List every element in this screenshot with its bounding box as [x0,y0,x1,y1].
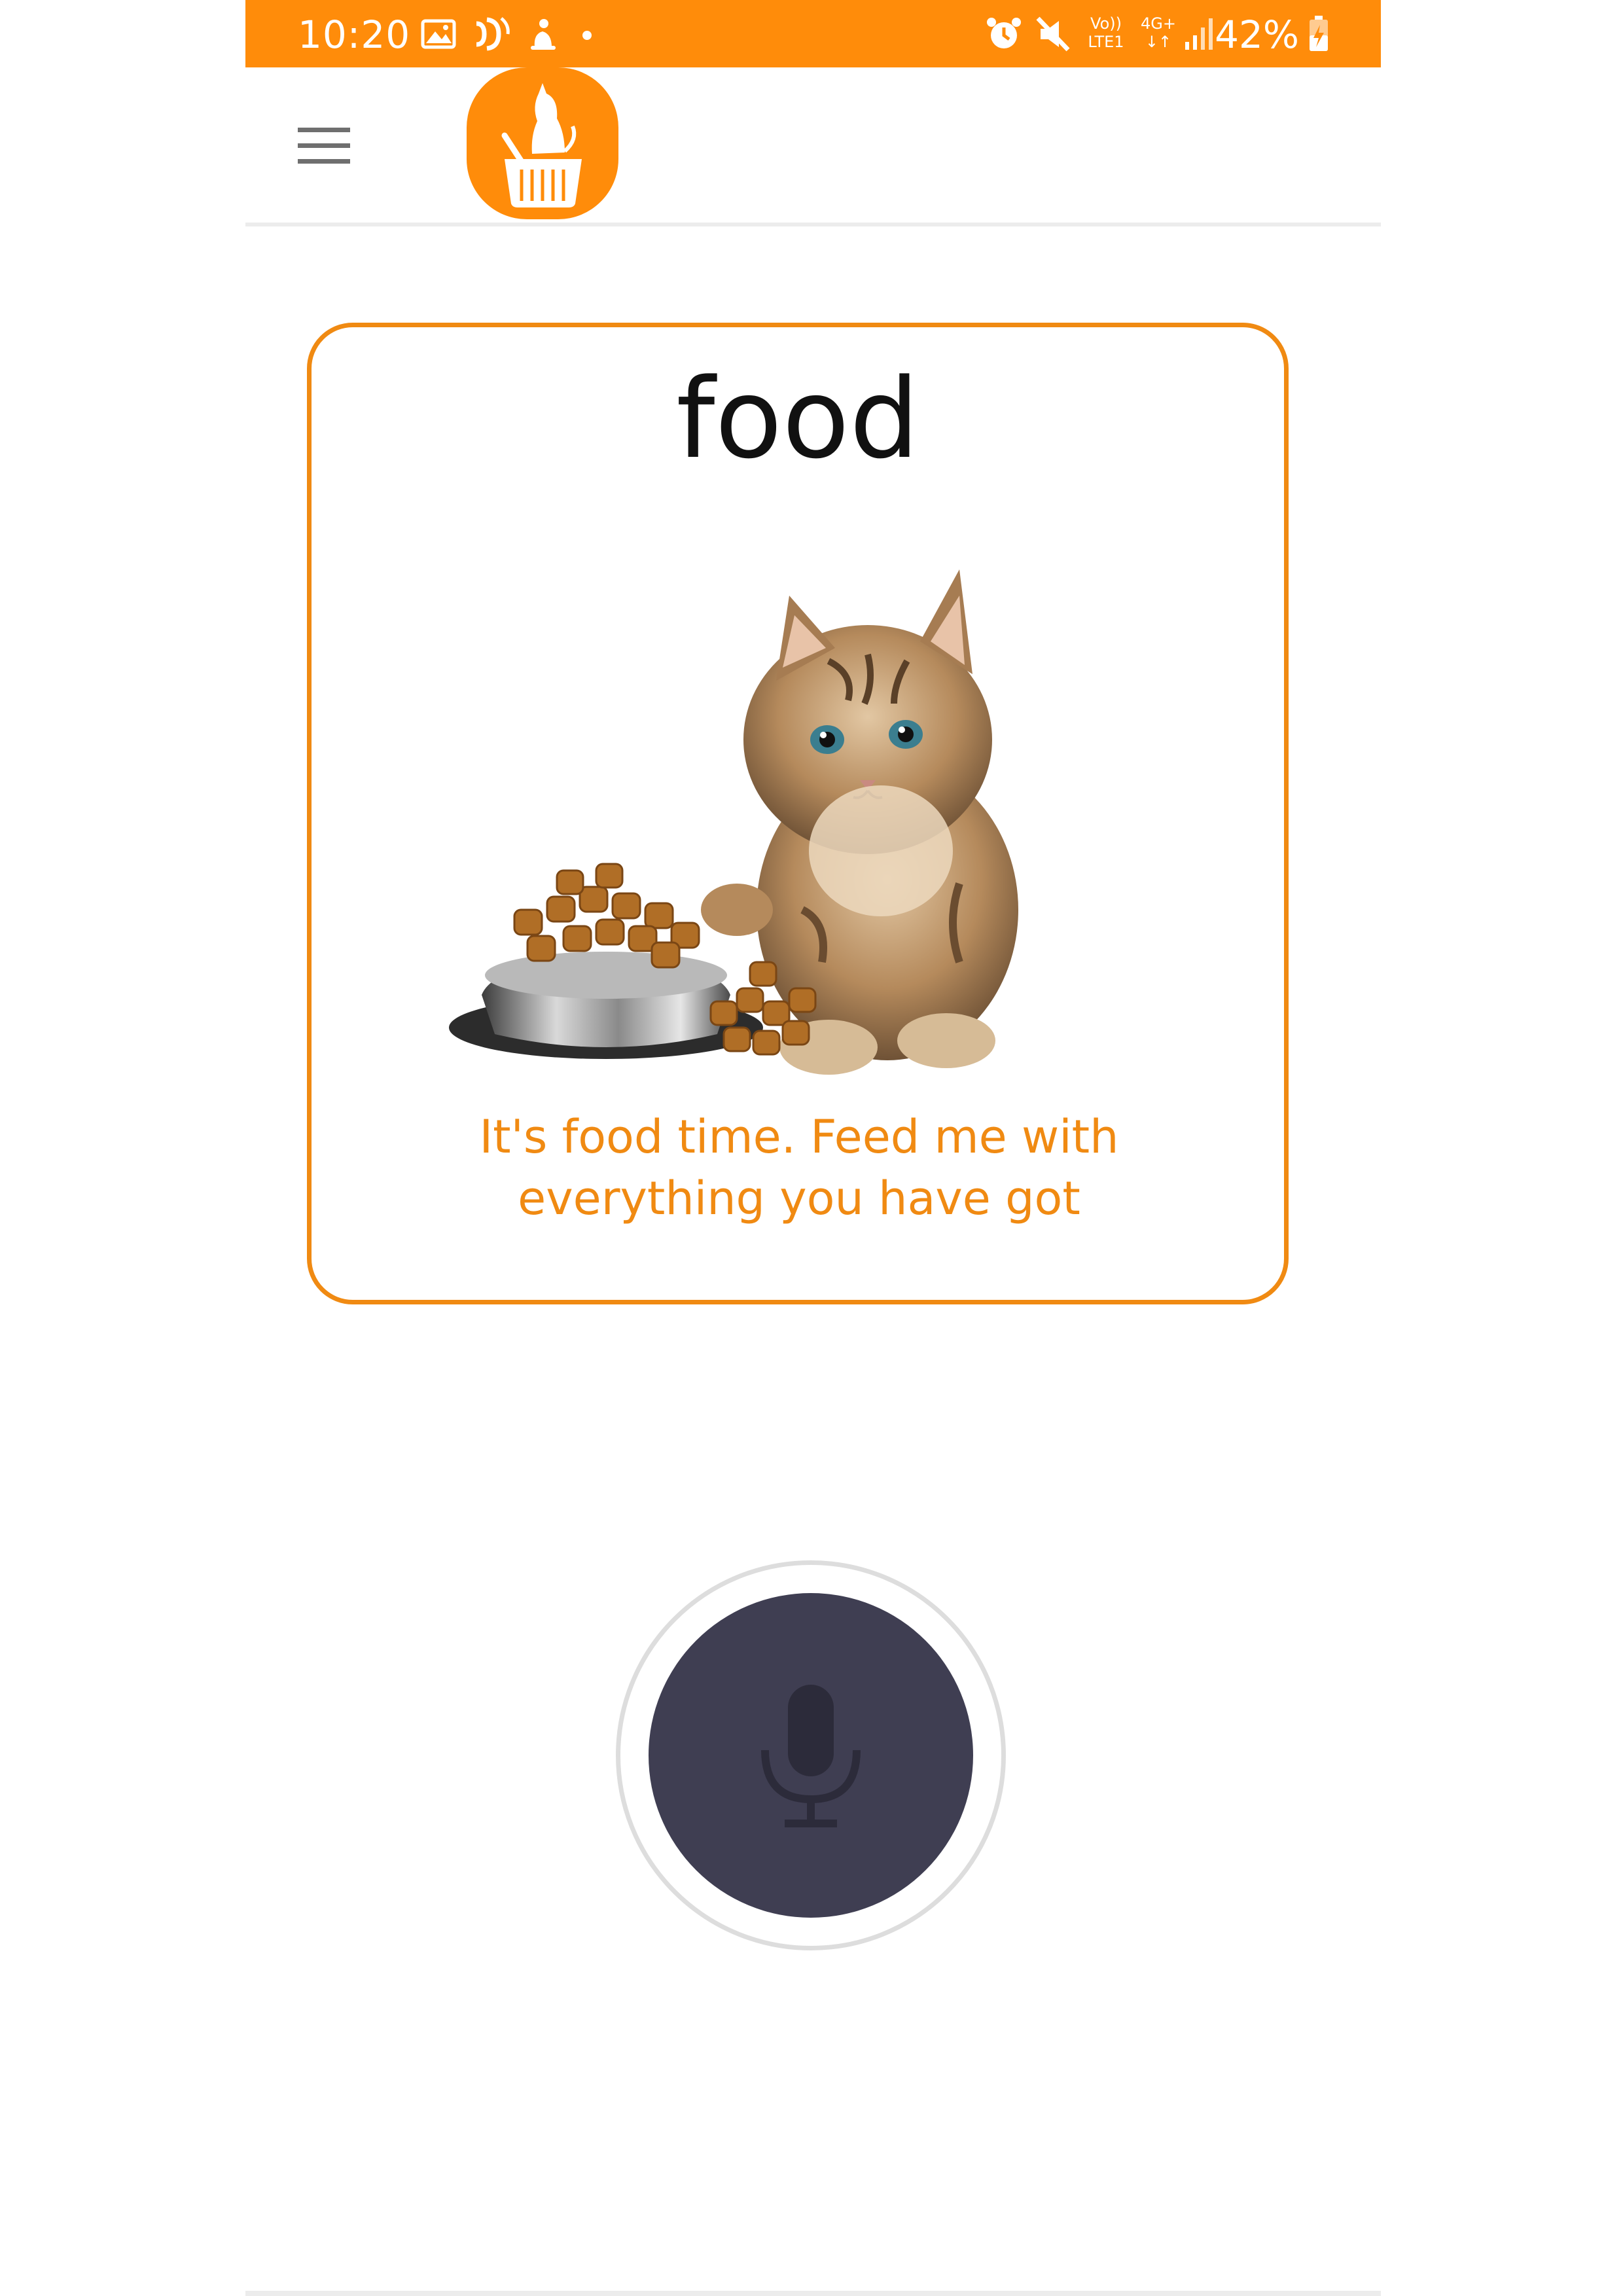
mute-icon [1036,16,1070,52]
hamburger-menu-icon[interactable] [291,120,357,172]
dot-icon [582,31,592,40]
card-caption: It's food time. Feed me with everything … [479,1110,1119,1225]
app-screen: 10:20 Vo)) LTE1 4G+ ↓↑ 42% food It's foo… [245,0,1381,2296]
status-bar: 10:20 Vo)) LTE1 4G+ ↓↑ 42% [245,0,1381,67]
lte-label: LTE1 [1088,33,1124,51]
volte-icon: Vo)) LTE1 [1083,14,1129,54]
battery-icon [1310,16,1328,51]
microphone-button[interactable] [616,1560,1006,1950]
card-title: food [676,355,919,483]
gallery-icon [421,19,456,49]
battery-percent: 42% [1215,12,1299,57]
network-type-label: 4G+ [1141,14,1176,33]
data-arrows-glyph: ↓↑ [1145,33,1172,51]
nfc-icon [476,17,510,51]
cat-basket-logo[interactable] [467,67,618,219]
notification-icon [531,19,556,50]
status-time: 10:20 [298,12,411,57]
word-card: food It's food time. Feed me with everyt… [307,323,1289,1304]
bottom-divider [245,2291,1381,2296]
volte-label: Vo)) [1090,14,1122,33]
data-arrows-icon: 4G+ ↓↑ [1139,14,1178,54]
alarm-icon [987,18,1021,48]
app-bar [245,67,1381,226]
kitten-with-food-bowl-image [449,569,1018,1075]
microphone-button-inner[interactable] [649,1593,973,1918]
microphone-icon [761,1685,861,1827]
